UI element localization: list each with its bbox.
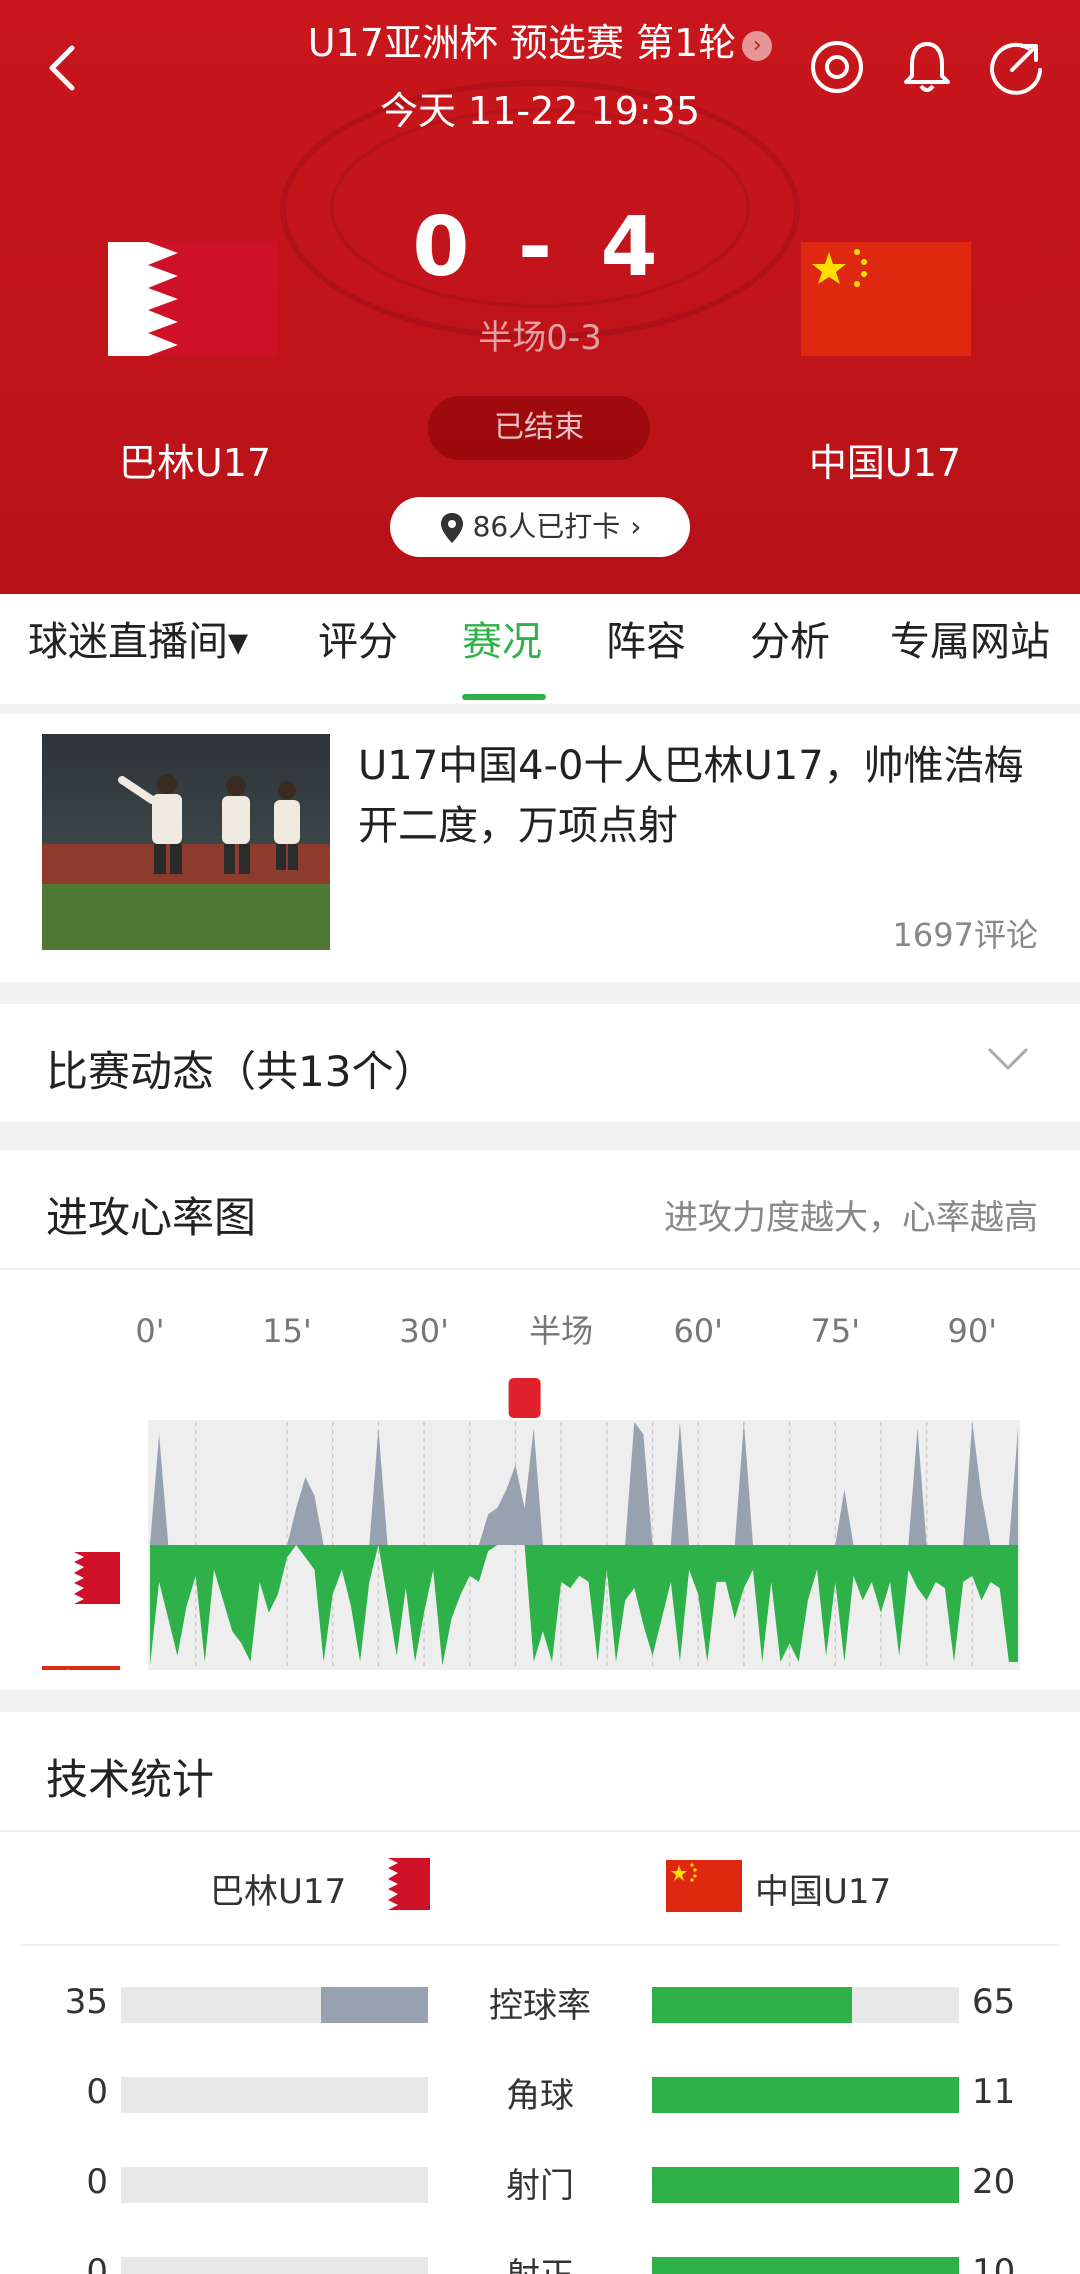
stat-row: 0 射正 10: [0, 2232, 1080, 2274]
x-tick-label: 90': [948, 1312, 998, 1350]
tab-bar: 球迷直播间▾ 评分 赛况 阵容 分析 专属网站: [0, 594, 1080, 704]
tab-match-status[interactable]: 赛况: [462, 614, 542, 684]
x-tick-label: 30': [399, 1312, 449, 1350]
news-headline[interactable]: U17中国4-0十人巴林U17，帅惟浩梅开二度，万项点射: [358, 736, 1048, 856]
stat-away-bar-fill: [652, 1987, 852, 2023]
active-tab-indicator: [462, 694, 546, 700]
stat-row: 0 射门 20: [0, 2142, 1080, 2232]
checkin-label: 86人已打卡: [472, 510, 621, 543]
stat-away-bar: [652, 2077, 959, 2113]
china-flag-icon[interactable]: [801, 242, 971, 356]
away-team-name[interactable]: 中国U17: [760, 432, 1010, 487]
stats-away-team: 中国U17: [755, 1872, 892, 1912]
stat-away-value: 11: [972, 2072, 1016, 2112]
x-tick-labels: 0' 15' 30' 半场 60' 75' 90': [135, 1312, 997, 1350]
home-team-name[interactable]: 巴林U17: [70, 432, 320, 487]
china-flag-icon: [666, 1860, 742, 1912]
stat-name: 角球: [506, 2076, 574, 2116]
x-tick-label: 15': [262, 1312, 312, 1350]
chevron-right-icon: ›: [630, 510, 642, 543]
stat-away-bar: [652, 1987, 959, 2023]
x-tick-label: 0': [135, 1312, 164, 1350]
match-events-label: 比赛动态（共13个）: [46, 1047, 436, 1096]
x-tick-label: 75': [811, 1312, 861, 1350]
bell-icon[interactable]: [898, 38, 956, 96]
stat-name: 控球率: [489, 1986, 591, 2026]
location-pin-icon: [440, 513, 463, 543]
checkin-button[interactable]: 86人已打卡 ›: [390, 497, 690, 557]
bahrain-flag-icon: [374, 1858, 430, 1910]
stats-header: 技术统计: [0, 1712, 1080, 1832]
match-events-section[interactable]: 比赛动态（共13个）: [0, 1004, 1080, 1122]
tab-official-site[interactable]: 专属网站: [890, 614, 1050, 684]
stat-home-bar: [121, 2167, 428, 2203]
competition-label: U17亚洲杯 预选赛 第1轮: [307, 21, 737, 65]
stat-home-value: 35: [64, 1982, 108, 2022]
stat-home-bar: [121, 1987, 428, 2023]
stat-away-value: 10: [972, 2252, 1016, 2274]
stat-home-bar-fill: [320, 1987, 428, 2023]
heart-chart-header: 进攻心率图 进攻力度越大，心率越高: [0, 1150, 1080, 1270]
tab-analysis[interactable]: 分析: [750, 614, 830, 684]
stats-teams-row: 巴林U17 中国U17: [20, 1836, 1060, 1946]
heart-rate-chart: 0' 15' 30' 半场 60' 75' 90': [42, 1312, 1020, 1670]
stat-away-value: 65: [972, 1982, 1016, 2022]
stat-row: 35 控球率 65: [0, 1962, 1080, 2052]
stat-home-bar: [121, 2257, 428, 2274]
stat-home-value: 0: [86, 2072, 108, 2112]
tab-ratings[interactable]: 评分: [318, 614, 398, 684]
match-header: U17亚洲杯 预选赛 第1轮 › 今天 11-22 19:35 0 - 4 半场0…: [0, 0, 1080, 594]
china-flag-icon: [42, 1666, 120, 1670]
heart-chart-subtitle: 进攻力度越大，心率越高: [664, 1198, 1038, 1238]
bahrain-flag-icon: [60, 1552, 120, 1604]
news-comment-count: 1697评论: [892, 916, 1038, 954]
attack-heart-chart-section: 进攻心率图 进攻力度越大，心率越高 0' 15' 30' 半场 60' 75' 90': [0, 1150, 1080, 1690]
news-thumbnail[interactable]: [42, 734, 330, 950]
stat-away-bar-fill: [652, 2167, 959, 2203]
stat-away-bar-fill: [652, 2077, 959, 2113]
stat-home-value: 0: [86, 2162, 108, 2202]
match-status-badge: 已结束: [428, 396, 650, 460]
stat-away-bar: [652, 2257, 959, 2274]
news-card[interactable]: U17中国4-0十人巴林U17，帅惟浩梅开二度，万项点射 1697评论: [0, 714, 1080, 982]
stat-name: 射门: [506, 2166, 574, 2206]
stats-title: 技术统计: [46, 1755, 215, 1804]
stat-row: 0 角球 11: [0, 2052, 1080, 2142]
x-tick-label: 60': [673, 1312, 723, 1350]
chevron-right-icon: ›: [742, 30, 773, 61]
heart-chart-title: 进攻心率图: [46, 1193, 257, 1242]
stat-away-bar-fill: [652, 2257, 959, 2274]
stat-away-value: 20: [972, 2162, 1016, 2202]
share-icon[interactable]: [988, 38, 1046, 96]
x-tick-label: 半场: [529, 1312, 593, 1350]
tab-fan-live[interactable]: 球迷直播间▾: [28, 614, 248, 684]
tech-stats-section: 技术统计 巴林U17 中国U17 35 控球率 65 0 角球 11 0 射门 20 0 射正 10: [0, 1712, 1080, 2274]
stat-home-bar: [121, 2077, 428, 2113]
stats-home-team: 巴林U17: [210, 1872, 347, 1912]
red-card-icon[interactable]: [508, 1378, 541, 1418]
chevron-down-icon[interactable]: [986, 1044, 1030, 1074]
stat-name: 射正: [440, 2248, 640, 2274]
target-icon[interactable]: [808, 38, 866, 96]
stat-away-bar: [652, 2167, 959, 2203]
tab-lineup[interactable]: 阵容: [606, 614, 686, 684]
stat-home-value: 0: [86, 2252, 108, 2274]
